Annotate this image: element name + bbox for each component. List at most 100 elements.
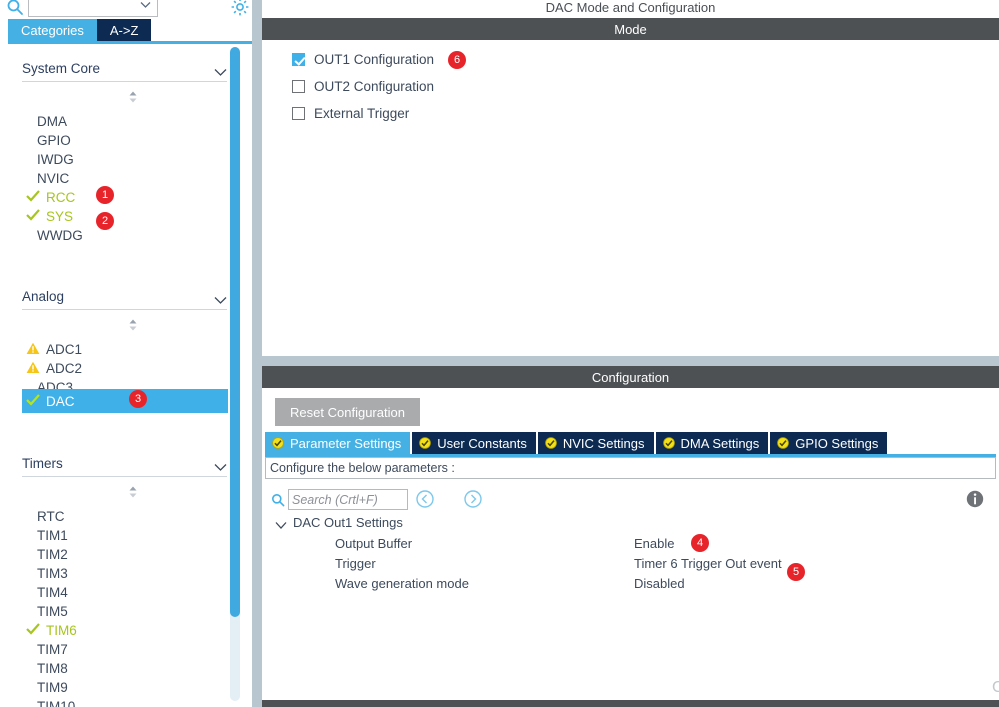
check-icon — [22, 209, 44, 224]
tab-user-constants[interactable]: User Constants — [412, 432, 536, 454]
warning-icon — [22, 361, 44, 377]
tab-categories[interactable]: Categories — [8, 19, 97, 41]
tree-item-label: RTC — [37, 509, 65, 524]
checkbox-out2-configuration[interactable]: OUT2 Configuration — [292, 79, 434, 94]
tab-gpio-settings[interactable]: GPIO Settings — [770, 432, 888, 454]
status-check-icon — [662, 437, 675, 449]
tree-item-tim6[interactable]: TIM6 — [22, 621, 228, 640]
warning-icon — [22, 342, 44, 358]
tree-item-dma[interactable]: DMA — [22, 112, 228, 131]
previous-match-icon[interactable] — [415, 489, 435, 509]
tree-item-rtc[interactable]: RTC — [22, 507, 228, 526]
tab-label: DMA Settings — [680, 435, 760, 451]
bottom-strip — [262, 700, 999, 707]
check-icon — [22, 190, 44, 205]
status-check-icon — [545, 437, 557, 449]
tree-item-wwdg[interactable]: WWDG — [22, 226, 228, 245]
gear-icon[interactable] — [230, 0, 250, 17]
tree-item-label: TIM6 — [46, 623, 77, 638]
chevron-down-icon — [214, 64, 227, 76]
scroll-spinner-timers[interactable] — [126, 485, 140, 499]
scroll-spinner-analog[interactable] — [126, 318, 140, 332]
page-title: DAC Mode and Configuration — [262, 0, 999, 18]
parameter-row-output-buffer[interactable]: Output Buffer Enable — [265, 536, 996, 556]
tree-item-tim4[interactable]: TIM4 — [22, 583, 228, 602]
tab-dma-settings[interactable]: DMA Settings — [655, 432, 769, 454]
group-header-analog[interactable]: Analog — [22, 284, 227, 310]
tree-item-label: TIM10 — [37, 699, 76, 707]
search-icon — [6, 0, 24, 16]
tree-item-label: TIM3 — [37, 566, 68, 581]
tree-item-nvic[interactable]: NVIC — [22, 169, 228, 188]
group-label: Timers — [22, 456, 63, 471]
tree-item-tim10[interactable]: TIM10 — [22, 697, 228, 707]
tree-item-sys[interactable]: SYS — [22, 207, 228, 226]
tab-label: NVIC Settings — [562, 435, 645, 451]
sidebar-scrollbar-thumb[interactable] — [230, 47, 240, 617]
tree-item-label: DMA — [37, 114, 67, 129]
tree-item-label: NVIC — [37, 171, 70, 186]
configuration-section-body: Reset Configuration Parameter Settings U… — [262, 388, 999, 707]
tree-item-tim9[interactable]: TIM9 — [22, 678, 228, 697]
tree-item-rcc[interactable]: RCC — [22, 188, 228, 207]
parameter-row-wave-generation-mode[interactable]: Wave generation mode Disabled — [265, 576, 996, 596]
tab-label: User Constants — [437, 435, 527, 451]
tree-item-iwdg[interactable]: IWDG — [22, 150, 228, 169]
tab-nvic-settings[interactable]: NVIC Settings — [537, 432, 654, 454]
configuration-tab-strip: Parameter Settings User Constants NVIC S… — [265, 432, 889, 454]
tree-item-dac[interactable]: DAC — [22, 389, 228, 413]
tree-item-adc1[interactable]: ADC1 — [22, 340, 228, 359]
scroll-spinner-system-core[interactable] — [126, 90, 140, 104]
next-match-icon[interactable] — [463, 489, 483, 509]
tree-group-label: DAC Out1 Settings — [293, 515, 403, 530]
tree-item-tim5[interactable]: TIM5 — [22, 602, 228, 621]
sidebar-toolbar — [0, 0, 252, 18]
tree-item-tim3[interactable]: TIM3 — [22, 564, 228, 583]
configuration-panel: DAC Mode and Configuration Mode OUT1 Con… — [252, 0, 999, 707]
tab-a-to-z[interactable]: A->Z — [96, 19, 152, 41]
parameter-settings-area: DAC Out1 Settings Output Buffer Enable T… — [265, 483, 996, 703]
chevron-down-icon — [140, 0, 151, 8]
parameter-name: Output Buffer — [335, 536, 413, 551]
sidebar-tab-strip: Categories A->Z — [8, 19, 252, 41]
checkbox-icon — [292, 80, 305, 93]
component-tree: System Core DMA GPIO IWDG NVIC RCC SYS W… — [8, 44, 252, 707]
tree-item-tim7[interactable]: TIM7 — [22, 640, 228, 659]
parameter-value[interactable]: Enable — [634, 536, 674, 551]
tab-parameter-settings[interactable]: Parameter Settings — [265, 432, 411, 454]
tree-item-gpio[interactable]: GPIO — [22, 131, 228, 150]
tree-item-label: WWDG — [37, 228, 83, 243]
parameter-value[interactable]: Timer 6 Trigger Out event — [634, 556, 782, 571]
search-icon — [271, 493, 285, 507]
checkbox-label: External Trigger — [314, 106, 410, 121]
parameter-search-input[interactable] — [288, 489, 408, 510]
tree-item-label: SYS — [46, 209, 74, 224]
annotation-badge-5: 5 — [787, 563, 805, 581]
check-icon — [22, 623, 44, 638]
info-icon[interactable] — [965, 489, 985, 509]
group-header-system-core[interactable]: System Core — [22, 56, 227, 82]
group-header-timers[interactable]: Timers — [22, 451, 227, 477]
annotation-badge-6: 6 — [448, 51, 466, 69]
checkbox-label: OUT1 Configuration — [314, 52, 435, 67]
tree-item-adc2[interactable]: ADC2 — [22, 359, 228, 378]
checkbox-external-trigger[interactable]: External Trigger — [292, 106, 409, 121]
parameter-row-trigger[interactable]: Trigger Timer 6 Trigger Out event — [265, 556, 996, 576]
reset-configuration-button[interactable]: Reset Configuration — [275, 398, 420, 426]
tree-item-tim8[interactable]: TIM8 — [22, 659, 228, 678]
checkbox-out1-configuration[interactable]: OUT1 Configuration — [292, 52, 434, 67]
tree-item-label: TIM7 — [37, 642, 68, 657]
component-search-combo[interactable] — [28, 0, 158, 17]
annotation-badge-4: 4 — [691, 534, 709, 552]
tree-item-label: TIM2 — [37, 547, 68, 562]
tree-item-label: GPIO — [37, 133, 71, 148]
tree-group-dac-out1-settings[interactable]: DAC Out1 Settings — [275, 515, 403, 530]
checkbox-icon — [292, 53, 305, 66]
tree-item-tim1[interactable]: TIM1 — [22, 526, 228, 545]
tree-item-tim2[interactable]: TIM2 — [22, 545, 228, 564]
tree-item-label: ADC1 — [46, 342, 83, 357]
annotation-badge-3: 3 — [129, 390, 147, 408]
chevron-down-icon — [214, 459, 227, 471]
parameter-value[interactable]: Disabled — [634, 576, 685, 591]
chevron-down-icon — [275, 518, 287, 529]
